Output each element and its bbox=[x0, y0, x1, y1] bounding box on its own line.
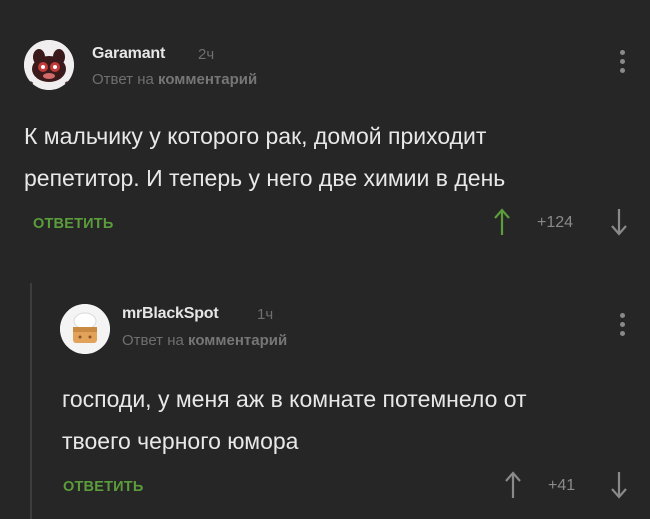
reply-button[interactable]: ОТВЕТИТЬ bbox=[63, 479, 143, 495]
comments-page: Garamant 2ч Ответ на комментарий К мальч… bbox=[0, 0, 650, 519]
avatar[interactable] bbox=[24, 40, 74, 90]
more-vertical-icon[interactable] bbox=[617, 50, 627, 80]
comment-text-line: репетитор. И теперь у него две химии в д… bbox=[24, 165, 506, 191]
avatar-image bbox=[60, 304, 110, 354]
comment-text-line: К мальчику у которого рак, домой приходи… bbox=[24, 123, 487, 149]
arrow-up-icon[interactable] bbox=[494, 207, 510, 237]
more-vertical-icon[interactable] bbox=[617, 313, 627, 343]
comment-reply: mrBlackSpot 1ч Ответ на комментарий госп… bbox=[0, 260, 650, 519]
arrow-down-icon[interactable] bbox=[611, 470, 627, 500]
username[interactable]: mrBlackSpot bbox=[122, 305, 219, 323]
vote-score: +41 bbox=[548, 477, 576, 494]
reply-target-link[interactable]: комментарий bbox=[158, 71, 257, 88]
reply-target-link[interactable]: комментарий bbox=[188, 332, 287, 349]
comment-text-line: твоего черного юмора bbox=[62, 428, 299, 454]
vote-score: +124 bbox=[537, 214, 574, 231]
arrow-up-icon[interactable] bbox=[505, 470, 521, 500]
avatar[interactable] bbox=[60, 304, 110, 354]
comment-text: К мальчику у которого рак, домой приходи… bbox=[24, 115, 505, 199]
timestamp: 2ч bbox=[198, 46, 215, 63]
reply-to-info: Ответ на комментарий bbox=[92, 71, 257, 88]
comment-text: господи, у меня аж в комнате потемнело о… bbox=[62, 378, 527, 462]
comment: Garamant 2ч Ответ на комментарий К мальч… bbox=[0, 0, 650, 260]
arrow-down-icon[interactable] bbox=[611, 207, 627, 237]
reply-prefix: Ответ на bbox=[92, 71, 154, 88]
username[interactable]: Garamant bbox=[92, 45, 165, 63]
avatar-image bbox=[24, 40, 74, 90]
timestamp: 1ч bbox=[257, 306, 274, 323]
comment-text-line: господи, у меня аж в комнате потемнело о… bbox=[62, 386, 527, 412]
reply-button[interactable]: ОТВЕТИТЬ bbox=[33, 216, 113, 232]
reply-prefix: Ответ на bbox=[122, 332, 184, 349]
reply-to-info: Ответ на комментарий bbox=[122, 332, 287, 349]
